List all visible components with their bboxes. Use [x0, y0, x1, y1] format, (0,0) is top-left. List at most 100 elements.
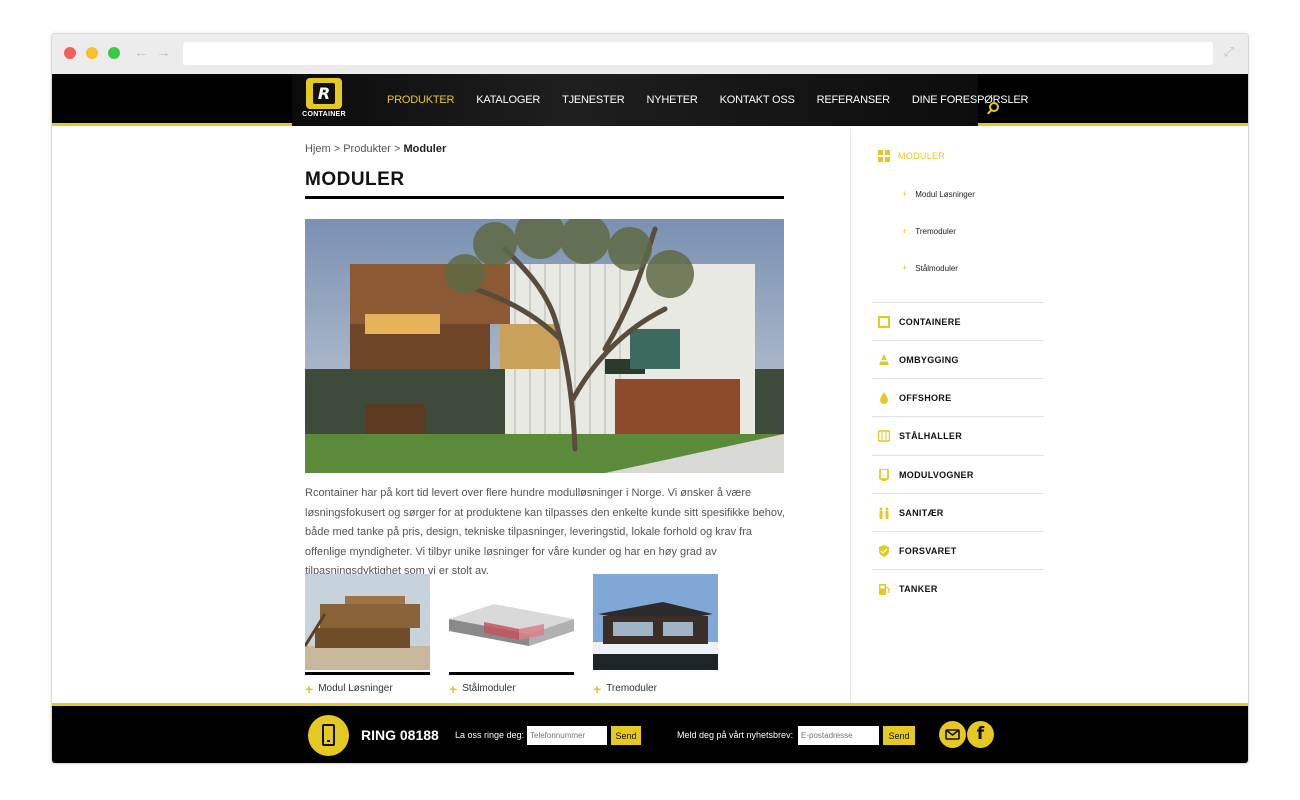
- page-title: MODULER: [305, 169, 405, 190]
- logo-letter: R: [313, 83, 335, 104]
- thumb-caption[interactable]: + Tremoduler: [593, 680, 718, 697]
- container-icon: [878, 315, 890, 328]
- phone-icon[interactable]: [308, 715, 349, 756]
- call-me-label: La oss ringe deg:: [455, 730, 525, 740]
- browser-chrome: ← → ⤢: [52, 34, 1248, 74]
- sidebar-item-label: OFFSHORE: [899, 392, 952, 403]
- plus-icon: +: [902, 226, 908, 236]
- cone-icon: [878, 353, 890, 366]
- phone-glyph: [322, 724, 335, 746]
- browser-window: ← → ⤢ R CONTAINER PRODUKTER KATALOGER TJ…: [51, 33, 1249, 764]
- nav-nyheter[interactable]: NYHETER: [646, 94, 697, 106]
- thumb-card-tremoduler[interactable]: + Tremoduler: [593, 574, 718, 697]
- fullscreen-icon[interactable]: ⤢: [1224, 44, 1234, 60]
- intro-paragraph: Rcontainer har på kort tid levert over f…: [305, 487, 785, 577]
- main-content: Hjem > Produkter > Moduler MODULER Rcont…: [52, 129, 1248, 703]
- thumb-card-modul-losninger[interactable]: + Modul Løsninger: [305, 574, 430, 697]
- fuel-icon: [878, 583, 890, 595]
- sidebar-item-forsvaret[interactable]: FORSVARET: [872, 531, 1044, 569]
- thumb-caption-label: Modul Løsninger: [318, 683, 393, 694]
- sidebar-item-label: OMBYGGING: [899, 354, 959, 365]
- forward-arrow-icon[interactable]: →: [156, 44, 171, 61]
- nav-kontakt-oss[interactable]: KONTAKT OSS: [720, 94, 795, 106]
- sidebar-item-label: FORSVARET: [899, 545, 957, 556]
- thumb-caption[interactable]: + Stålmoduler: [449, 680, 574, 697]
- site-logo[interactable]: R CONTAINER: [302, 78, 346, 122]
- sidebar-sub-stalmoduler[interactable]: + Stålmoduler: [902, 263, 958, 273]
- ring-number[interactable]: RING 08188: [361, 727, 439, 743]
- thumb-bar: [449, 672, 574, 675]
- site-footer: RING 08188 La oss ringe deg: Send Meld d…: [52, 703, 1248, 763]
- thumb-card-stalmoduler[interactable]: + Stålmoduler: [449, 574, 574, 697]
- main-nav: PRODUKTER KATALOGER TJENESTER NYHETER KO…: [387, 74, 1028, 126]
- sidebar-item-ombygging[interactable]: OMBYGGING: [872, 340, 1044, 378]
- newsletter-send-button[interactable]: Send: [883, 726, 915, 745]
- thumb-image[interactable]: [593, 574, 718, 670]
- hall-icon: [877, 429, 891, 442]
- sidebar-item-sanitaer[interactable]: SANITÆR: [872, 493, 1044, 531]
- nav-referanser[interactable]: REFERANSER: [817, 94, 890, 106]
- nav-dine-foresporsler[interactable]: DINE FORESPØRSLER: [912, 94, 1029, 106]
- grid-icon: [878, 150, 890, 162]
- newsletter-label: Meld deg på vårt nyhetsbrev:: [677, 730, 794, 740]
- sidebar-item-stalhaller[interactable]: STÅLHALLER: [872, 416, 1044, 454]
- thumb-image[interactable]: [449, 574, 574, 670]
- sidebar-sub-label: Modul Løsninger: [915, 189, 975, 199]
- nav-produkter[interactable]: PRODUKTER: [387, 94, 454, 106]
- sidebar-divider: [850, 129, 851, 703]
- sidebar-item-modulvogner[interactable]: MODULVOGNER: [872, 455, 1044, 493]
- back-arrow-icon[interactable]: ←: [134, 44, 149, 61]
- logo-mark: R: [306, 78, 342, 109]
- call-send-button[interactable]: Send: [611, 726, 641, 745]
- search-icon[interactable]: [989, 102, 999, 112]
- sidebar-item-label: TANKER: [899, 583, 938, 594]
- thumb-caption-label: Stålmoduler: [462, 683, 516, 694]
- maximize-window-dot[interactable]: [108, 47, 120, 59]
- sidebar-item-moduler[interactable]: MODULER: [878, 150, 945, 162]
- breadcrumb-home[interactable]: Hjem: [305, 143, 331, 155]
- sidebar-item-label: SANITÆR: [899, 507, 944, 518]
- email-input[interactable]: [798, 726, 879, 745]
- drop-icon: [878, 391, 890, 404]
- plus-icon: +: [305, 680, 314, 697]
- plus-icon: +: [449, 680, 458, 697]
- hero-image: [305, 219, 784, 473]
- close-window-dot[interactable]: [64, 47, 76, 59]
- mail-icon[interactable]: [939, 721, 966, 748]
- sidebar-sub-label: Tremoduler: [915, 226, 956, 236]
- address-bar[interactable]: [183, 42, 1213, 65]
- sidebar-item-label: MODULVOGNER: [899, 469, 974, 480]
- breadcrumb-produkter[interactable]: Produkter: [343, 143, 391, 155]
- thumb-bar: [305, 672, 430, 675]
- nav-tjenester[interactable]: TJENESTER: [562, 94, 625, 106]
- breadcrumb: Hjem > Produkter > Moduler: [305, 143, 446, 155]
- facebook-icon[interactable]: f: [967, 721, 994, 748]
- thumb-caption[interactable]: + Modul Løsninger: [305, 680, 430, 697]
- thumb-image[interactable]: [305, 574, 430, 670]
- phone-input[interactable]: [527, 726, 607, 745]
- sidebar-item-label: CONTAINERE: [899, 316, 961, 327]
- wagon-icon: [878, 467, 890, 481]
- sidebar-item-label: MODULER: [898, 151, 946, 161]
- breadcrumb-separator: >: [390, 143, 404, 155]
- minimize-window-dot[interactable]: [86, 47, 98, 59]
- sidebar-sub-tremoduler[interactable]: + Tremoduler: [902, 226, 956, 236]
- title-underline: [305, 196, 784, 199]
- nav-kataloger[interactable]: KATALOGER: [476, 94, 540, 106]
- breadcrumb-separator: >: [330, 143, 344, 155]
- sidebar-item-tanker[interactable]: TANKER: [872, 569, 1044, 607]
- site-header: R CONTAINER PRODUKTER KATALOGER TJENESTE…: [52, 74, 1248, 126]
- sidebar-sub-modul-losninger[interactable]: + Modul Løsninger: [902, 189, 975, 199]
- toilet-icon: [878, 507, 890, 519]
- sidebar-item-offshore[interactable]: OFFSHORE: [872, 378, 1044, 416]
- shield-icon: [878, 544, 890, 557]
- thumb-caption-label: Tremoduler: [606, 683, 657, 694]
- sidebar-item-containere[interactable]: CONTAINERE: [872, 302, 1044, 340]
- sidebar-item-label: STÅLHALLER: [899, 430, 962, 441]
- breadcrumb-current: Moduler: [403, 143, 447, 155]
- logo-name: CONTAINER: [302, 111, 346, 118]
- plus-icon: +: [593, 680, 602, 697]
- plus-icon: +: [902, 263, 908, 273]
- plus-icon: +: [902, 189, 908, 199]
- sidebar-sub-label: Stålmoduler: [915, 263, 958, 273]
